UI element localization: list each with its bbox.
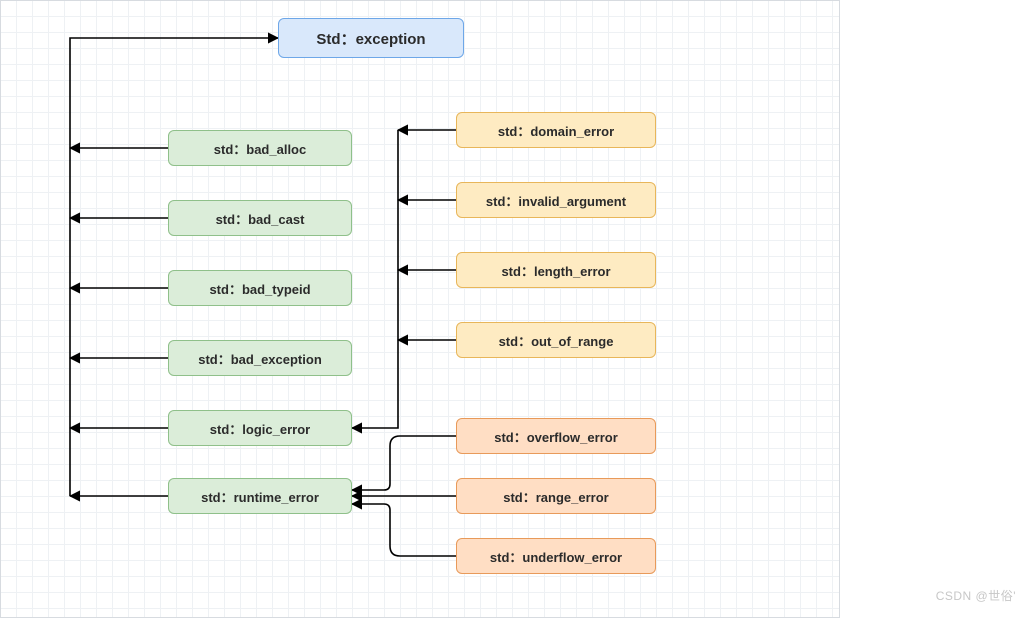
node-std-exception: Std：exception [278, 18, 464, 58]
node-logic-error: std：logic_error [168, 410, 352, 446]
node-out-of-range: std：out_of_range [456, 322, 656, 358]
node-invalid-argument: std：invalid_argument [456, 182, 656, 218]
node-bad-alloc: std：bad_alloc [168, 130, 352, 166]
node-bad-exception: std：bad_exception [168, 340, 352, 376]
node-length-error: std：length_error [456, 252, 656, 288]
canvas-border [0, 0, 840, 618]
node-runtime-error: std：runtime_error [168, 478, 352, 514]
node-overflow-error: std：overflow_error [456, 418, 656, 454]
node-domain-error: std：domain_error [456, 112, 656, 148]
node-underflow-error: std：underflow_error [456, 538, 656, 574]
node-bad-cast: std：bad_cast [168, 200, 352, 236]
node-range-error: std：range_error [456, 478, 656, 514]
node-bad-typeid: std：bad_typeid [168, 270, 352, 306]
watermark-text: CSDN @世俗' [936, 587, 1016, 604]
diagram-canvas: Std：exception std：bad_alloc std：bad_cast… [0, 0, 840, 618]
